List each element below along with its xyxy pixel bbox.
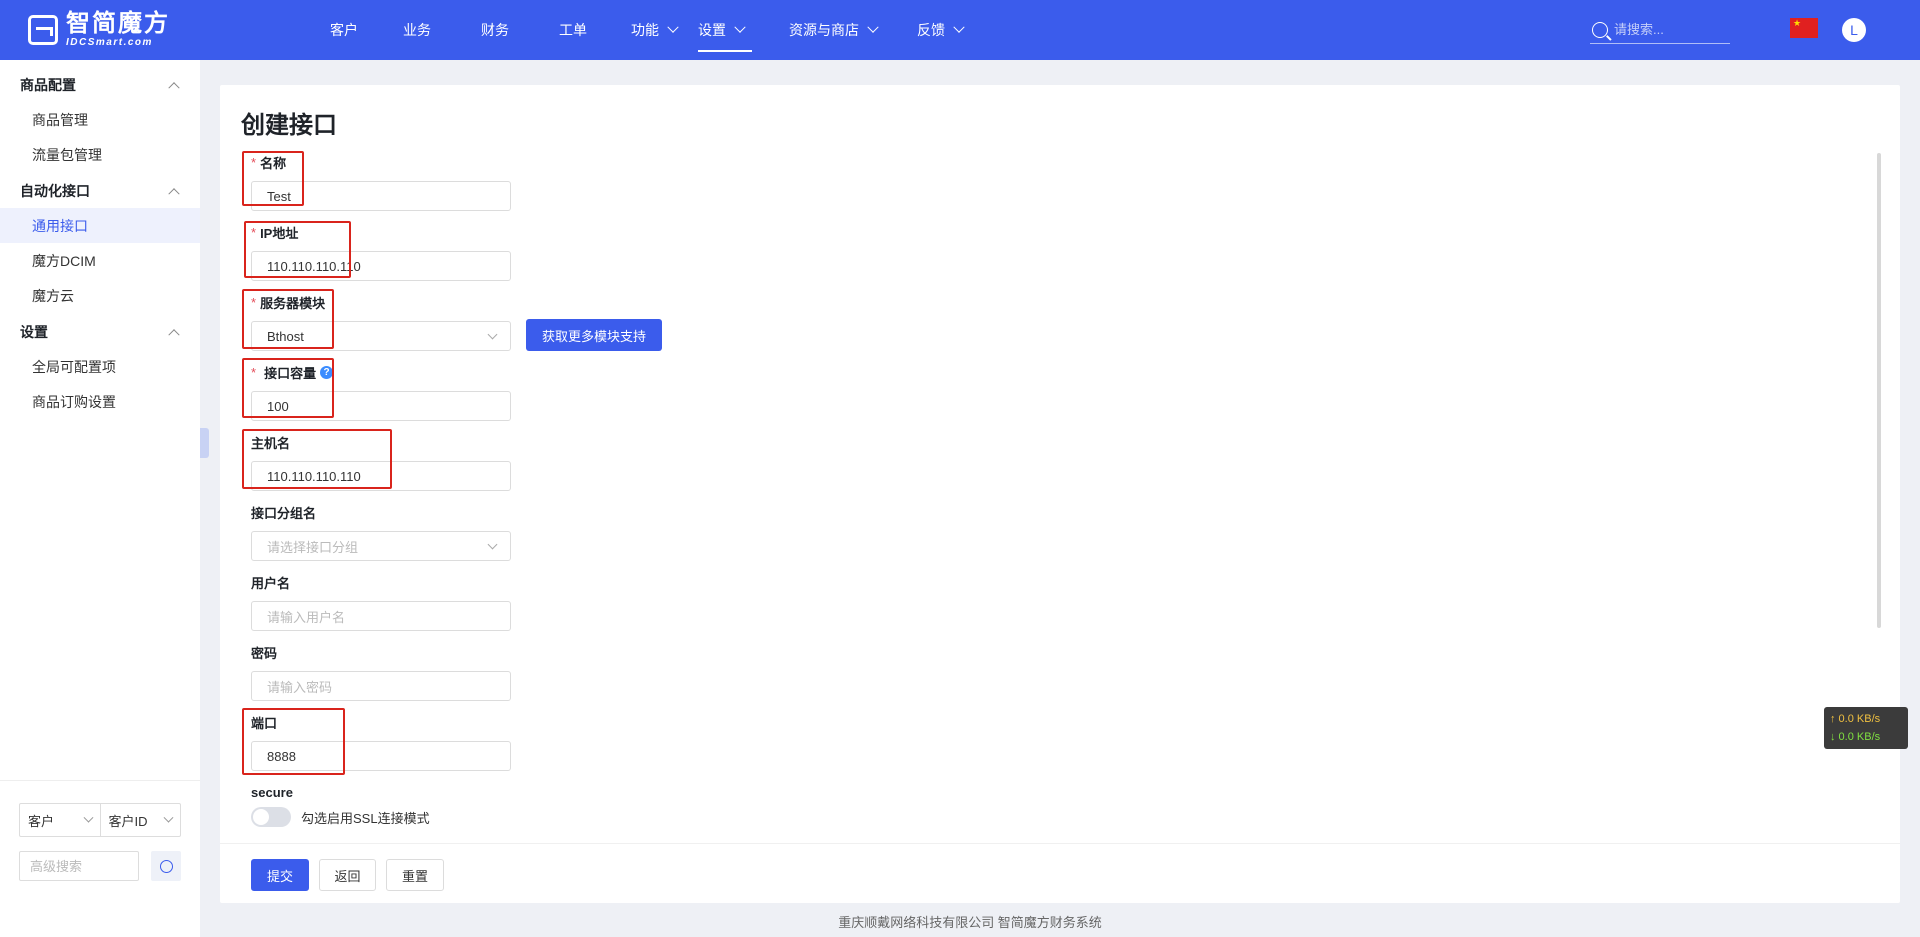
secure-toggle[interactable] — [251, 807, 291, 827]
server-module-select[interactable]: Bthost — [251, 321, 511, 351]
search-icon[interactable] — [1592, 21, 1608, 38]
password-input[interactable]: 请输入密码 — [251, 671, 511, 701]
field-username: 用户名 请输入用户名 — [251, 573, 581, 631]
chevron-up-icon — [168, 82, 180, 94]
sidebar-item-cloud[interactable]: 魔方云 — [0, 278, 200, 313]
advanced-search-input[interactable] — [19, 851, 139, 881]
sidebar-collapse-handle[interactable] — [200, 428, 209, 458]
sidebar-item-product-management[interactable]: 商品管理 — [0, 102, 200, 137]
search-type-select[interactable]: 客户 — [20, 804, 100, 836]
search-filter-row: 客户 客户ID — [19, 803, 181, 837]
hostname-input[interactable]: 110.110.110.110 — [251, 461, 511, 491]
search-icon — [159, 859, 173, 873]
nav-finance[interactable]: 财务 — [456, 0, 534, 60]
user-avatar[interactable]: L — [1842, 18, 1866, 42]
field-hostname: 主机名 110.110.110.110 — [251, 433, 581, 491]
chevron-down-icon — [487, 539, 498, 550]
field-server-module: * 服务器模块 Bthost 获取更多模块支持 — [251, 293, 671, 351]
nav-business[interactable]: 业务 — [378, 0, 456, 60]
field-ip: * IP地址 110.110.110.110 — [251, 223, 581, 281]
nav-tickets[interactable]: 工单 — [534, 0, 612, 60]
port-input[interactable]: 8888 — [251, 741, 511, 771]
chevron-up-icon — [168, 188, 180, 200]
capacity-input[interactable]: 100 — [251, 391, 511, 421]
sidebar-item-general-interface[interactable]: 通用接口 — [0, 208, 200, 243]
nav-resources-store[interactable]: 资源与商店 — [752, 0, 879, 60]
form-scrollbar[interactable] — [1877, 153, 1881, 628]
field-group: 接口分组名 请选择接口分组 — [251, 503, 581, 561]
global-search — [1590, 16, 1730, 44]
global-search-input[interactable] — [1614, 22, 1724, 37]
nav-feedback[interactable]: 反馈 — [877, 0, 965, 60]
search-field-select[interactable]: 客户ID — [99, 804, 181, 836]
upload-speed: ↑ 0.0 KB/s — [1830, 713, 1881, 725]
logo-subtitle: IDCSmart.com — [66, 37, 153, 48]
advanced-search-button[interactable] — [151, 851, 181, 881]
chevron-down-icon — [83, 812, 93, 823]
field-secure: secure 勾选启用SSL连接模式 — [251, 784, 430, 827]
page-title: 创建接口 — [241, 112, 337, 139]
name-input[interactable]: Test — [251, 181, 511, 211]
nav-settings[interactable]: 设置 — [698, 0, 752, 60]
sidebar-item-traffic-package[interactable]: 流量包管理 — [0, 137, 200, 172]
back-button[interactable]: 返回 — [319, 859, 376, 891]
chevron-down-icon — [667, 21, 679, 33]
field-capacity: * 接口容量? 100 — [251, 363, 581, 421]
nav-features[interactable]: 功能 — [612, 0, 696, 60]
top-navigation-bar: 智简魔方 IDCSmart.com 客户 业务 财务 工单 功能 设置 资源与商… — [0, 0, 1920, 60]
chevron-down-icon — [163, 812, 174, 823]
sidebar: 商品配置 商品管理 流量包管理 自动化接口 通用接口 魔方DCIM 魔方云 设置… — [0, 60, 200, 937]
chevron-down-icon — [734, 21, 746, 33]
chevron-down-icon — [953, 21, 965, 33]
download-speed: ↓ 0.0 KB/s — [1830, 731, 1881, 743]
sidebar-item-dcim[interactable]: 魔方DCIM — [0, 243, 200, 278]
sidebar-group-product-config[interactable]: 商品配置 — [0, 68, 200, 102]
username-input[interactable]: 请输入用户名 — [251, 601, 511, 631]
app-logo[interactable]: 智简魔方 IDCSmart.com — [28, 12, 170, 48]
network-speed-widget: ↑ 0.0 KB/s ↓ 0.0 KB/s — [1824, 707, 1908, 749]
secure-toggle-label: 勾选启用SSL连接模式 — [301, 810, 430, 826]
ip-input[interactable]: 110.110.110.110 — [251, 251, 511, 281]
sidebar-item-global-config[interactable]: 全局可配置项 — [0, 349, 200, 384]
main-nav: 客户 业务 财务 工单 功能 设置 资源与商店 反馈 — [300, 0, 965, 60]
sidebar-group-settings[interactable]: 设置 — [0, 315, 200, 349]
sidebar-group-automation[interactable]: 自动化接口 — [0, 174, 200, 208]
logo-title: 智简魔方 — [66, 10, 170, 37]
form-actions: 提交 返回 重置 — [220, 843, 1900, 903]
group-select[interactable]: 请选择接口分组 — [251, 531, 511, 561]
sidebar-item-order-settings[interactable]: 商品订购设置 — [0, 384, 200, 419]
language-flag-icon[interactable] — [1790, 18, 1818, 38]
nav-customers[interactable]: 客户 — [310, 0, 378, 60]
reset-button[interactable]: 重置 — [386, 859, 444, 891]
field-name: * 名称 Test — [251, 153, 581, 211]
field-password: 密码 请输入密码 — [251, 643, 581, 701]
copyright-text: 重庆顺戴网络科技有限公司 智简魔方财务系统 — [838, 915, 1102, 930]
field-port: 端口 8888 — [251, 713, 581, 771]
chevron-down-icon — [487, 329, 498, 340]
sidebar-search-panel: 客户 客户ID — [0, 780, 200, 881]
help-icon[interactable]: ? — [320, 365, 334, 379]
chevron-up-icon — [168, 329, 180, 341]
create-interface-card: 创建接口 * 名称 Test * IP地址 110.110.110.110 * 服务器… — [220, 85, 1900, 903]
fetch-more-modules-button[interactable]: 获取更多模块支持 — [526, 319, 662, 351]
logo-icon — [28, 15, 58, 45]
submit-button[interactable]: 提交 — [251, 859, 309, 891]
